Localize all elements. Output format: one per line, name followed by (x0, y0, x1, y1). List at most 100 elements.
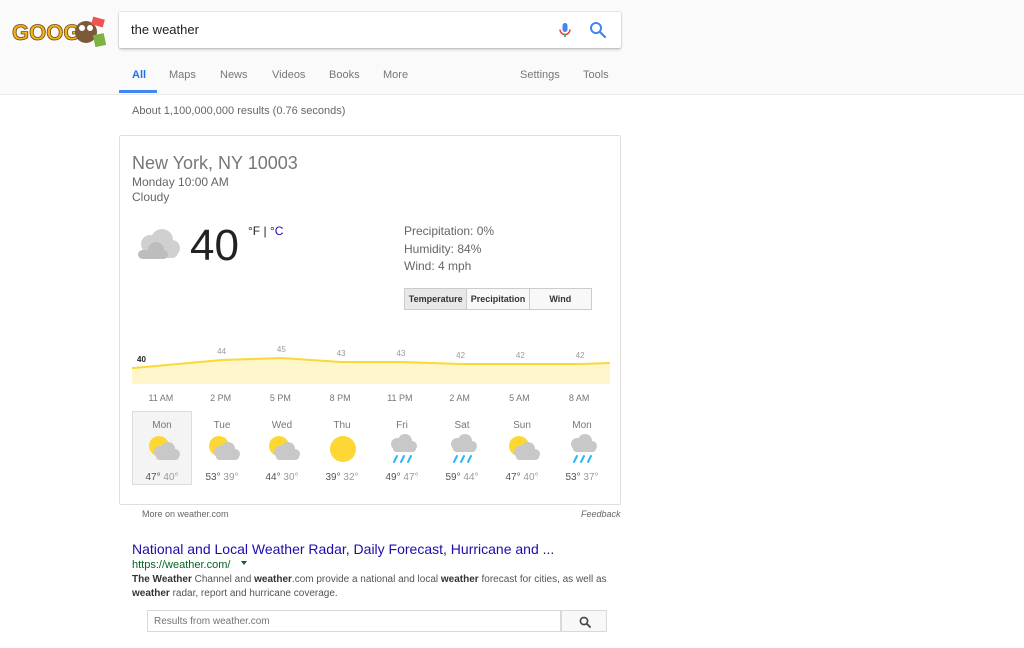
humidity-text: Humidity: 84% (404, 241, 482, 256)
hourly-time-label: 5 PM (269, 393, 291, 403)
forecast-high: 53° (205, 472, 221, 483)
tab-books[interactable]: Books (329, 69, 360, 81)
forecast-day-name: Sun (513, 420, 531, 431)
forecast-day-temps: 44° 30° (253, 472, 311, 483)
feedback-link[interactable]: Feedback (581, 509, 621, 519)
forecast-low: 44° (460, 472, 479, 483)
tab-settings[interactable]: Settings (520, 69, 560, 81)
hourly-temperature-chart[interactable]: 40 44 45 43 43 42 42 42 (132, 334, 610, 384)
hourly-time-label: 8 AM (568, 393, 590, 403)
forecast-low: 40° (520, 472, 539, 483)
result-url-menu-caret[interactable] (241, 561, 247, 565)
toggle-temperature[interactable]: Temperature (405, 289, 468, 309)
weather-location: New York, NY 10003 (132, 153, 298, 173)
chart-value-label: 45 (277, 345, 286, 354)
forecast-day-temps: 39° 32° (313, 472, 371, 483)
search-input[interactable] (131, 12, 551, 48)
forecast-day-thu[interactable]: Thu 39° 32° (312, 411, 372, 485)
search-box[interactable] (119, 12, 621, 48)
more-on-weather-link[interactable]: More on weather.com (142, 509, 229, 519)
forecast-low: 39° (220, 472, 239, 483)
forecast-day-mon[interactable]: Mon 47° 40° (132, 411, 192, 485)
forecast-high: 47° (145, 472, 161, 483)
forecast-day-name: Mon (152, 420, 172, 431)
forecast-day-name: Thu (333, 420, 351, 431)
tab-tools[interactable]: Tools (583, 69, 609, 81)
forecast-day-fri[interactable]: Fri 49° 47° (372, 411, 432, 485)
sunny-icon (330, 436, 356, 462)
hourly-time-label: 2 PM (210, 393, 232, 403)
tab-all[interactable]: All (132, 69, 146, 81)
result-snippet: The Weather Channel and weather.com prov… (132, 573, 612, 601)
rain-icon (391, 434, 417, 463)
forecast-high: 53° (565, 472, 581, 483)
toggle-precipitation[interactable]: Precipitation (467, 289, 530, 309)
hourly-time-label: 2 AM (449, 393, 470, 403)
tab-news[interactable]: News (220, 69, 248, 81)
forecast-day-temps: 53° 39° (193, 472, 251, 483)
forecast-day-temps: 49° 47° (373, 472, 431, 483)
forecast-low: 32° (340, 472, 359, 483)
partly-cloudy-icon (509, 436, 540, 460)
chart-value-label: 44 (217, 347, 226, 356)
site-search-input[interactable] (147, 610, 561, 632)
forecast-day-tue[interactable]: Tue 53° 39° (192, 411, 252, 485)
snippet-text: Channel and (191, 574, 255, 585)
forecast-day-mon[interactable]: Mon 53° 37° (552, 411, 612, 485)
cloudy-icon (138, 229, 180, 259)
forecast-day-sun[interactable]: Sun 47° 40° (492, 411, 552, 485)
microphone-icon[interactable] (556, 21, 574, 39)
google-doodle-logo[interactable]: GOOG (12, 12, 106, 52)
chart-value-label: 40 (137, 355, 146, 364)
forecast-high: 44° (265, 472, 281, 483)
rain-icon (451, 434, 477, 463)
chart-value-label: 42 (456, 351, 465, 360)
snippet-text: weather (440, 574, 479, 585)
snippet-text: weather (254, 574, 292, 585)
search-icon (579, 616, 591, 628)
header: GOOG All Maps News Videos Books More Set… (0, 0, 1024, 95)
wind-text: Wind: 4 mph (404, 259, 472, 273)
hourly-time-label: 11 AM (148, 393, 174, 403)
search-tabs: All Maps News Videos Books More Settings… (0, 58, 1024, 94)
search-icon[interactable] (589, 21, 607, 39)
chart-value-label: 42 (516, 351, 525, 360)
forecast-day-wed[interactable]: Wed 44° 30° (252, 411, 312, 485)
forecast-low: 47° (400, 472, 419, 483)
unit-celsius[interactable]: °C (270, 224, 283, 238)
forecast-low: 40° (160, 472, 179, 483)
chart-value-label: 42 (576, 351, 585, 360)
forecast-high: 39° (325, 472, 341, 483)
hourly-time-label: 11 PM (387, 393, 413, 403)
partly-cloudy-icon (149, 436, 180, 460)
snippet-text: forecast for cities, as well as (478, 574, 607, 585)
snippet-text: radar, report and hurricane coverage. (169, 588, 338, 599)
toggle-wind[interactable]: Wind (530, 289, 591, 309)
forecast-day-name: Mon (572, 420, 592, 431)
tab-more[interactable]: More (383, 69, 408, 81)
forecast-day-name: Tue (213, 420, 231, 431)
forecast-day-name: Wed (271, 420, 293, 431)
chart-value-label: 43 (337, 349, 346, 358)
forecast-low: 30° (280, 472, 299, 483)
weather-card: New York, NY 10003 Monday 10:00 AM Cloud… (119, 135, 621, 505)
weather-condition: Cloudy (132, 190, 170, 204)
tab-videos[interactable]: Videos (272, 69, 305, 81)
result-title-link[interactable]: National and Local Weather Radar, Daily … (132, 541, 554, 557)
rain-icon (571, 434, 597, 463)
forecast-low: 37° (580, 472, 599, 483)
unit-fahrenheit[interactable]: °F (248, 224, 260, 238)
snippet-text: weather (132, 588, 170, 599)
forecast-day-temps: 59° 44° (433, 472, 491, 483)
forecast-high: 49° (385, 472, 401, 483)
partly-cloudy-icon (269, 436, 300, 460)
daily-forecast: Mon 47° 40° Tue 53° 39° Wed 44° 30° Thu 39° 32°… (132, 411, 610, 485)
site-search-button[interactable] (561, 610, 607, 632)
forecast-day-name: Fri (396, 420, 408, 431)
result-url: https://weather.com/ (132, 559, 231, 571)
tab-maps[interactable]: Maps (169, 69, 196, 81)
svg-text:GOOG: GOOG (12, 20, 80, 45)
active-tab-indicator (119, 90, 157, 93)
weather-time: Monday 10:00 AM (132, 175, 229, 189)
forecast-day-sat[interactable]: Sat 59° 44° (432, 411, 492, 485)
